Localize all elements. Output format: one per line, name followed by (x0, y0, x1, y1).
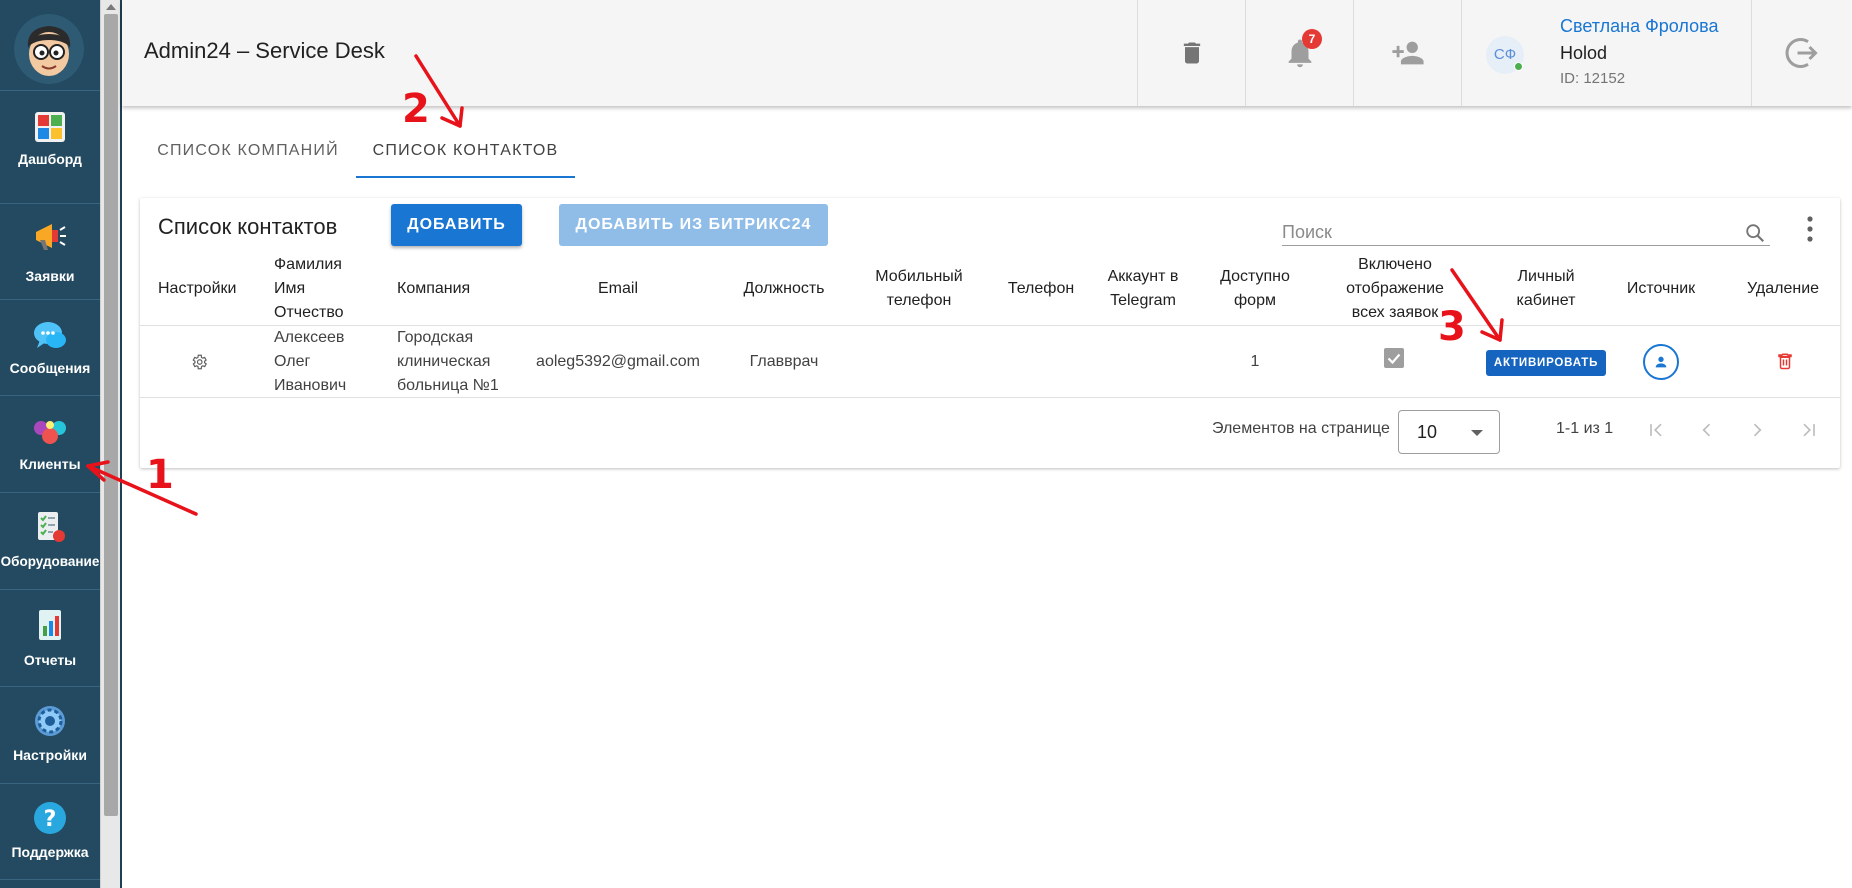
sidebar-item-label: Клиенты (19, 456, 81, 472)
cell-email: aoleg5392@gmail.com (536, 353, 700, 370)
sidebar-item-clients[interactable]: Клиенты (0, 396, 100, 492)
add-user-button[interactable] (1353, 0, 1461, 106)
cell-company: Городская клиническая больница №1 (397, 329, 499, 394)
chat-bubbles-icon (34, 322, 66, 348)
logout-button[interactable] (1751, 0, 1852, 106)
active-tab-indicator (356, 176, 575, 178)
more-options-icon[interactable] (1800, 214, 1820, 244)
contacts-title: Список контактов (158, 214, 338, 239)
add-from-bitrix-button[interactable]: ДОБАВИТЬ ИЗ БИТРИКС24 (559, 204, 828, 246)
svg-text:?: ? (44, 807, 57, 832)
annotation-number-2: 2 (402, 86, 430, 132)
scroll-up-arrow-icon[interactable] (106, 4, 116, 10)
user-id: ID: 12152 (1560, 70, 1626, 87)
tab-companies-list[interactable]: СПИСОК КОМПАНИЙ (140, 130, 356, 178)
avatar-logo[interactable] (14, 14, 84, 84)
content-edge-divider (120, 0, 122, 888)
sidebar-item-label: Оборудование (0, 554, 100, 569)
help-icon: ? (34, 802, 66, 834)
person-add-icon (1391, 41, 1424, 65)
sidebar: Дашборд Заявки Сообщения Клиенты Оборудо… (0, 0, 100, 888)
cell-fio: Алексеев Олег Иванович (274, 329, 347, 394)
online-status-dot (1514, 62, 1523, 71)
user-profile[interactable]: СФ Светлана Фролова Holod ID: 12152 (1461, 0, 1751, 106)
column-header-company: Компания (397, 280, 471, 297)
items-per-page-value: 10 (1417, 422, 1438, 442)
sidebar-item-settings[interactable]: Настройки (0, 687, 100, 783)
equipment-checklist-icon (38, 512, 65, 542)
header-divider (140, 325, 1840, 326)
sidebar-item-requests[interactable]: Заявки (0, 204, 100, 300)
column-header-settings: Настройки (158, 280, 237, 297)
sidebar-item-support[interactable]: ? Поддержка (0, 784, 100, 880)
user-company: Holod (1560, 43, 1608, 63)
app-title: Admin24 – Service Desk (144, 38, 385, 63)
items-per-page-label: Элементов на странице (1212, 420, 1390, 437)
add-contact-button[interactable]: ДОБАВИТЬ (391, 204, 522, 246)
sidebar-item-label: Отчеты (23, 652, 77, 668)
first-page-icon[interactable] (1646, 420, 1666, 440)
activate-cabinet-button[interactable]: АКТИВИРОВАТЬ (1486, 350, 1606, 376)
trash-button[interactable] (1137, 0, 1245, 106)
source-button[interactable] (1643, 344, 1679, 380)
trash-icon (1183, 42, 1200, 64)
column-header-forms: Доступно форм (1220, 268, 1290, 309)
search-input[interactable] (1282, 220, 1722, 244)
sidebar-item-dashboard[interactable]: Дашборд (0, 91, 100, 187)
annotation-number-3: 3 (1438, 304, 1466, 350)
next-page-icon[interactable] (1747, 420, 1767, 440)
column-header-fio: Фамилия Имя Отчество (274, 256, 344, 321)
notifications-button[interactable]: 7 (1245, 0, 1353, 106)
clients-icon (34, 421, 66, 444)
row-settings-gear-icon[interactable] (190, 353, 208, 371)
column-header-email: Email (597, 280, 638, 297)
sidebar-item-label: Сообщения (9, 360, 91, 376)
sidebar-item-messages[interactable]: Сообщения (0, 300, 100, 396)
sidebar-divider (0, 879, 100, 880)
previous-page-icon[interactable] (1697, 420, 1717, 440)
top-header: Admin24 – Service Desk 7 СФ Светлана Фро… (122, 0, 1852, 106)
gear-icon (35, 706, 65, 736)
notifications-badge: 7 (1302, 29, 1322, 49)
annotation-number-1: 1 (146, 452, 174, 498)
column-header-cabinet: Личный кабинет (1516, 268, 1576, 309)
sidebar-item-label: Поддержка (11, 844, 89, 860)
sidebar-item-label: Заявки (25, 268, 75, 284)
dashboard-icon (35, 112, 65, 142)
report-chart-icon (39, 610, 61, 640)
search-icon[interactable] (1744, 222, 1766, 244)
cell-phone (996, 326, 1086, 398)
column-header-delete: Удаление (1746, 280, 1820, 297)
column-header-source: Источник (1626, 280, 1696, 297)
column-header-mobile: Мобильный телефон (875, 268, 963, 309)
scrollbar[interactable] (100, 0, 120, 888)
sidebar-item-label: Дашборд (18, 151, 82, 167)
pagination-range: 1-1 из 1 (1556, 420, 1614, 437)
items-per-page-select[interactable]: 10 (1398, 410, 1500, 454)
cell-position: Главврач (749, 353, 819, 370)
scrollbar-thumb[interactable] (104, 14, 118, 816)
last-page-icon[interactable] (1799, 420, 1819, 440)
column-header-telegram: Аккаунт в Telegram (1107, 268, 1179, 309)
megaphone-icon (36, 224, 66, 250)
dropdown-caret-icon (1471, 430, 1483, 436)
show-all-checkbox[interactable] (1384, 348, 1404, 368)
row-divider (140, 397, 1840, 398)
search-field[interactable] (1282, 220, 1770, 246)
sidebar-item-reports[interactable]: Отчеты (0, 590, 100, 686)
checkmark-icon (1387, 353, 1401, 365)
column-header-phone: Телефон (1007, 280, 1075, 297)
delete-icon[interactable] (1776, 351, 1794, 371)
logout-icon (1785, 38, 1818, 68)
cell-mobile (864, 326, 974, 398)
column-header-position: Должность (743, 280, 825, 297)
person-icon (1655, 356, 1667, 368)
sidebar-item-equipment[interactable]: Оборудование (0, 493, 100, 589)
sidebar-item-label: Настройки (13, 747, 87, 763)
contacts-card: Список контактов ДОБАВИТЬ ДОБАВИТЬ ИЗ БИ… (140, 198, 1840, 468)
cell-forms: 1 (1250, 353, 1260, 370)
tab-contacts-list[interactable]: СПИСОК КОНТАКТОВ (356, 130, 575, 178)
cell-telegram (1098, 326, 1188, 398)
user-name-link[interactable]: Светлана Фролова (1560, 16, 1718, 37)
